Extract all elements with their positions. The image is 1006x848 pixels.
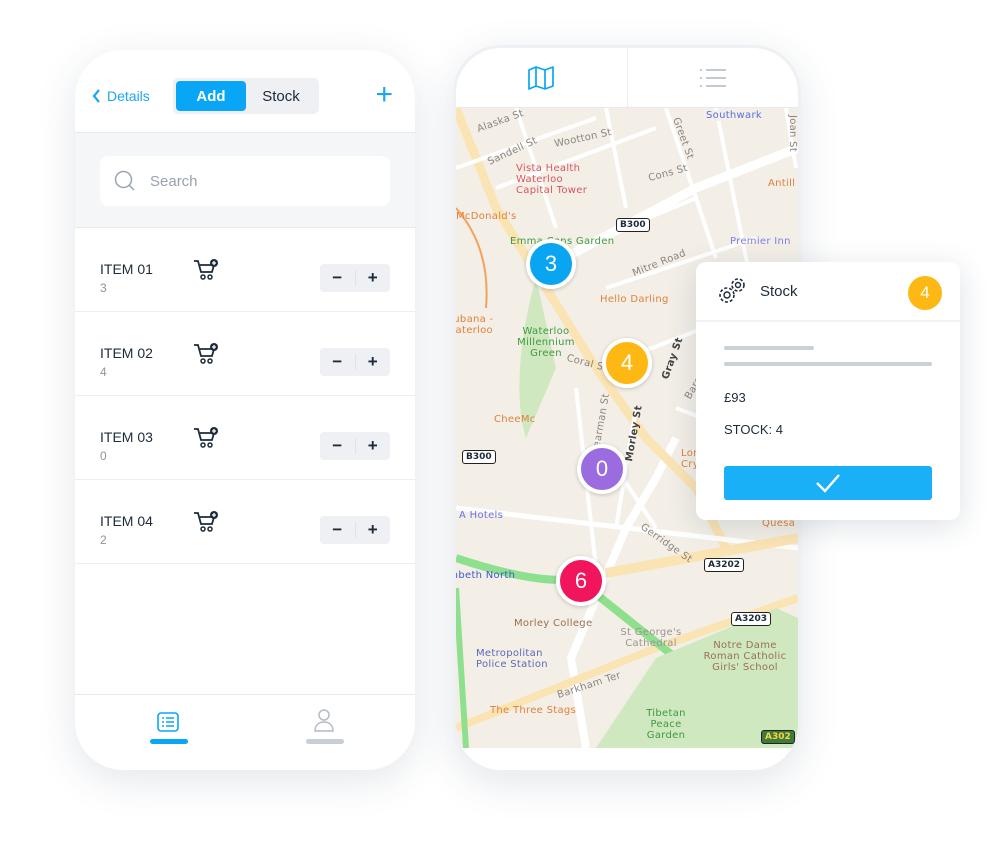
item-name: ITEM 04 [100, 513, 153, 529]
confirm-button[interactable] [724, 466, 932, 500]
map-label: Southwark [704, 110, 764, 121]
map-label: St George's Cathedral [620, 627, 682, 649]
quantity-stepper: − + [320, 264, 390, 292]
bottom-nav [75, 694, 415, 770]
map-icon [528, 65, 555, 90]
map-label: McDonald's [456, 211, 517, 222]
plus-icon[interactable]: + [375, 78, 393, 112]
map-label: Lambeth North [456, 570, 516, 581]
decrement-button[interactable]: − [320, 268, 355, 288]
map-label: A Hotels [459, 510, 504, 521]
back-button[interactable]: Details [92, 88, 150, 104]
decrement-button[interactable]: − [320, 352, 355, 372]
map-label: Premier Inn [730, 236, 791, 247]
decrement-button[interactable]: − [320, 520, 355, 540]
search-icon [114, 170, 135, 191]
road-shield: B300 [462, 450, 496, 464]
search-section: Search [75, 133, 415, 228]
list-icon[interactable] [157, 712, 179, 732]
map-marker[interactable]: 4 [602, 338, 652, 388]
map-label: The Three Stags [490, 705, 577, 716]
search-input[interactable]: Search [100, 156, 390, 206]
count-badge: 4 [908, 276, 942, 310]
quantity-stepper: − + [320, 432, 390, 460]
add-to-cart-icon[interactable] [193, 342, 219, 366]
item-name: ITEM 03 [100, 429, 153, 445]
stock-count: STOCK: 4 [724, 422, 784, 437]
view-tabs [456, 48, 798, 108]
segmented-control: Add Stock [173, 78, 319, 114]
increment-button[interactable]: + [356, 268, 391, 288]
map-label: Cubana - Waterloo [456, 314, 494, 336]
segment-stock[interactable]: Stock [246, 81, 316, 111]
item-count: 0 [100, 449, 107, 463]
gears-icon [719, 278, 745, 303]
card-title: Stock [760, 282, 798, 300]
list-item[interactable]: ITEM 04 2 − + [75, 480, 415, 564]
list-item[interactable]: ITEM 03 0 − + [75, 396, 415, 480]
add-to-cart-icon[interactable] [193, 258, 219, 282]
price: £93 [724, 390, 746, 405]
list-item[interactable]: ITEM 01 3 − + [75, 228, 415, 312]
quantity-stepper: − + [320, 516, 390, 544]
map-label: CheeMc [494, 414, 536, 425]
add-to-cart-icon[interactable] [193, 426, 219, 450]
road-shield: B300 [616, 218, 650, 232]
tab-indicator [306, 739, 344, 744]
item-count: 4 [100, 365, 107, 379]
map-label: Joan St [787, 114, 798, 153]
back-label: Details [107, 88, 150, 104]
map-label: Hello Darling [600, 294, 669, 305]
map-marker[interactable]: 6 [556, 556, 606, 606]
segment-add[interactable]: Add [176, 81, 246, 111]
road-shield: A3203 [731, 612, 772, 626]
check-icon [816, 474, 840, 493]
tab-map[interactable] [456, 48, 628, 107]
map-marker[interactable]: 3 [526, 239, 576, 289]
map-label: Metropolitan Police Station [476, 648, 548, 670]
list-item[interactable]: ITEM 02 4 − + [75, 312, 415, 396]
map-label: Vista Health Waterloo Capital Tower [516, 163, 588, 196]
chevron-left-icon [92, 89, 100, 103]
map-label: Tibetan Peace Garden [646, 708, 686, 741]
item-name: ITEM 02 [100, 345, 153, 361]
increment-button[interactable]: + [356, 352, 391, 372]
header: Details Add Stock + [75, 50, 415, 133]
stock-card: Stock 4 £93 STOCK: 4 [696, 262, 960, 520]
road-shield: A302 [761, 730, 795, 744]
map-label: Notre Dame Roman Catholic Girls' School [703, 640, 787, 673]
item-count: 2 [100, 533, 107, 547]
quantity-stepper: − + [320, 348, 390, 376]
add-to-cart-icon[interactable] [193, 510, 219, 534]
placeholder-line [724, 346, 814, 350]
decrement-button[interactable]: − [320, 436, 355, 456]
item-name: ITEM 01 [100, 261, 153, 277]
placeholder-line [724, 362, 932, 366]
user-icon[interactable] [313, 708, 335, 732]
inventory-phone: Details Add Stock + Search ITEM 01 3 − + … [75, 50, 415, 770]
tab-list[interactable] [628, 48, 799, 107]
increment-button[interactable]: + [356, 520, 391, 540]
search-placeholder: Search [150, 172, 198, 190]
active-tab-indicator [150, 739, 188, 744]
map-label: Morley College [514, 618, 593, 629]
road-shield: A3202 [704, 558, 745, 572]
map-marker[interactable]: 0 [577, 444, 627, 494]
list-icon [699, 68, 726, 87]
map-label: Antill [768, 178, 796, 189]
item-count: 3 [100, 281, 107, 295]
increment-button[interactable]: + [356, 436, 391, 456]
